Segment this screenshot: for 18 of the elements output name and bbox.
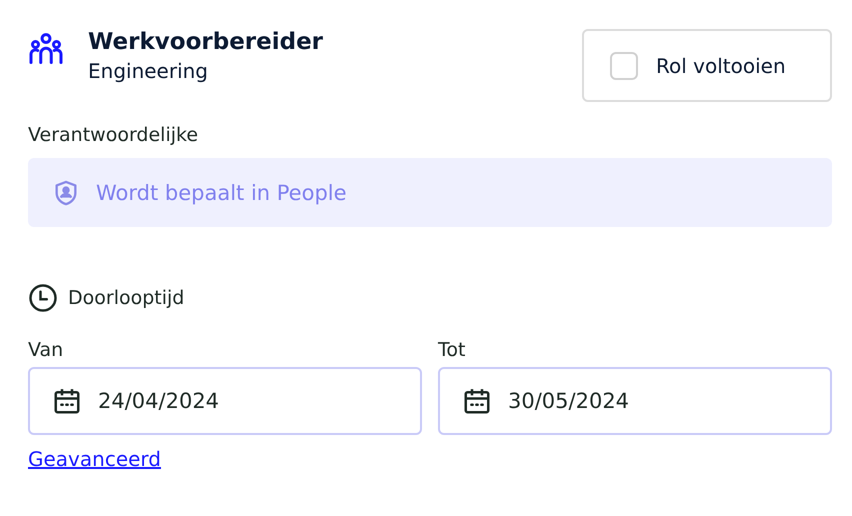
advanced-link[interactable]: Geavanceerd [28,447,161,471]
people-icon [28,31,64,67]
date-value: 30/05/2024 [508,389,630,413]
checkbox[interactable] [610,52,638,80]
section-label: Doorlooptijd [68,287,184,309]
calendar-icon [52,386,82,416]
field-label: Van [28,339,64,361]
date-field[interactable]: 30/05/2024 [438,367,832,435]
field-label: Verantwoordelijke [28,124,200,146]
role-department: Engineering [88,59,209,83]
role-title: Werkvoorbereider [88,29,324,55]
calendar-icon [462,386,492,416]
date-value: 24/04/2024 [98,389,220,413]
date-field[interactable]: 24/04/2024 [28,367,422,435]
owner-value: Wordt bepaalt in People [96,180,347,204]
field-label: Tot [438,339,466,361]
clock-icon [28,283,58,313]
complete-role-button[interactable]: Rol voltooien [582,29,832,102]
